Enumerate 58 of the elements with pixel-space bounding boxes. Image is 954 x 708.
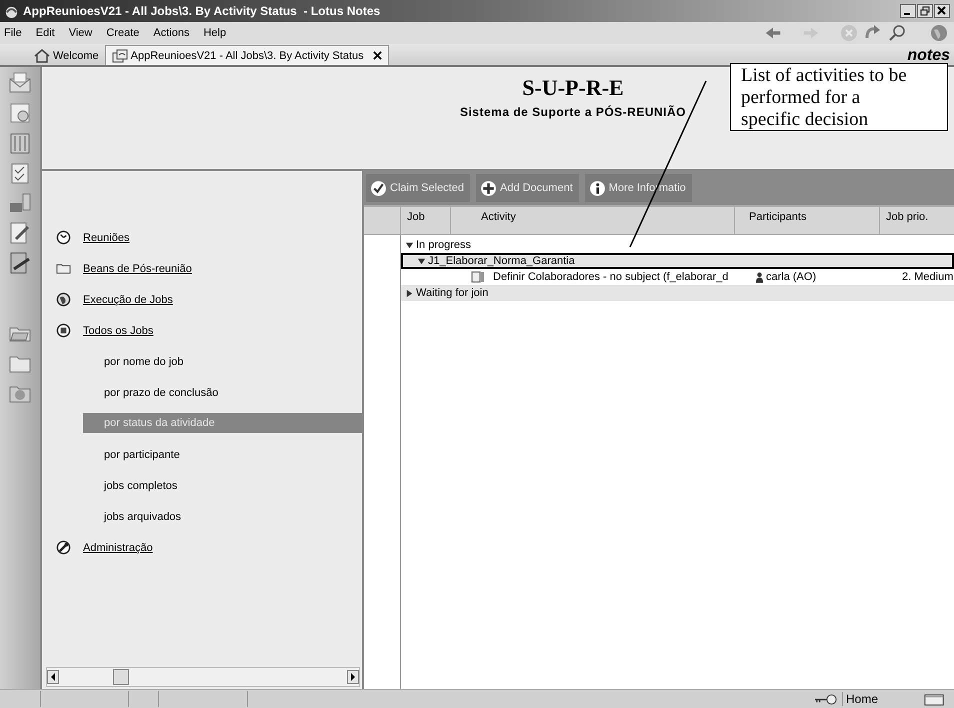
check-circle-icon [370, 180, 387, 196]
category-row[interactable]: J1_Elaborar_Norma_Garantia [401, 253, 954, 269]
pen-document-icon[interactable] [8, 251, 32, 275]
menu-item[interactable]: Actions [153, 27, 190, 39]
app-subtitle: Sistema de Suporte a PÓS-REUNIÃO [460, 105, 686, 119]
nav-item[interactable]: jobs arquivados [42, 501, 362, 532]
mail-icon[interactable] [8, 71, 32, 95]
horizontal-scrollbar[interactable] [46, 667, 360, 687]
expanded-triangle-icon[interactable] [405, 240, 414, 250]
scroll-left-icon[interactable] [47, 670, 59, 684]
nav-item[interactable]: Beans de Pós-reunião [42, 253, 362, 284]
column-header[interactable]: Job prio. [880, 207, 954, 234]
inbox-icon[interactable] [924, 692, 946, 706]
document-icon [471, 271, 485, 283]
nav-item[interactable]: por participante [42, 439, 362, 470]
minimize-icon[interactable] [900, 4, 916, 18]
person-icon [755, 272, 764, 282]
tab[interactable]: AppReunioesV21 - All Jobs\3. By Activity Status [104, 45, 389, 65]
nav-item[interactable]: jobs completos [42, 470, 362, 501]
nav-item[interactable]: Administração [42, 532, 362, 563]
column-header[interactable]: Activity [451, 207, 735, 234]
menu-item[interactable]: View [68, 27, 92, 39]
nav-item[interactable]: por nome do job [42, 346, 362, 377]
action-button[interactable]: Add Document [476, 174, 579, 202]
nav-item[interactable]: Reuniões [42, 222, 362, 253]
plus-circle-icon [480, 180, 497, 196]
expanded-triangle-icon[interactable] [417, 256, 426, 266]
app-title: S-U-P-R-E [522, 75, 624, 101]
location-label[interactable]: Home [842, 692, 920, 706]
column-header[interactable]: Job [401, 207, 451, 234]
clock-icon [56, 230, 71, 245]
tab[interactable]: Welcome [28, 46, 105, 65]
menu-item[interactable]: Help [203, 27, 226, 39]
category-row[interactable]: In progress [401, 237, 954, 253]
restore-icon[interactable] [917, 4, 933, 18]
column-header[interactable]: Participants [735, 207, 880, 234]
category-row[interactable]: Waiting for join [401, 285, 954, 301]
nav-item[interactable]: Execução de Jobs [42, 284, 362, 315]
house-icon [34, 48, 50, 62]
pen-document-icon[interactable] [8, 221, 32, 245]
menu-item[interactable]: File [4, 27, 22, 39]
action-button[interactable]: Claim Selected [366, 174, 470, 202]
callout-note: List of activities to be performed for a specific decision [730, 63, 948, 131]
scrollbar-thumb[interactable] [113, 669, 129, 685]
close-icon[interactable] [934, 4, 950, 18]
document-row[interactable]: Definir Colaboradores - no subject (f_elaborar_d carla (AO) 2. Medium [401, 269, 954, 285]
key-icon[interactable] [814, 694, 838, 704]
window-title: AppReunioesV21 - All Jobs\3. By Activity Status - Lotus Notes [23, 4, 380, 18]
nav-item[interactable]: Todos os Jobs [42, 315, 362, 346]
menu-item[interactable]: Edit [36, 27, 55, 39]
brand-label: notes [907, 47, 951, 65]
menu-item[interactable]: Create [106, 27, 140, 39]
nav-item[interactable]: por prazo de conclusão [42, 377, 362, 408]
close-icon[interactable] [372, 51, 382, 60]
collapsed-triangle-icon[interactable] [405, 288, 414, 298]
info-icon [588, 180, 606, 196]
scroll-right-icon[interactable] [347, 670, 359, 684]
search-icon[interactable] [888, 24, 906, 42]
